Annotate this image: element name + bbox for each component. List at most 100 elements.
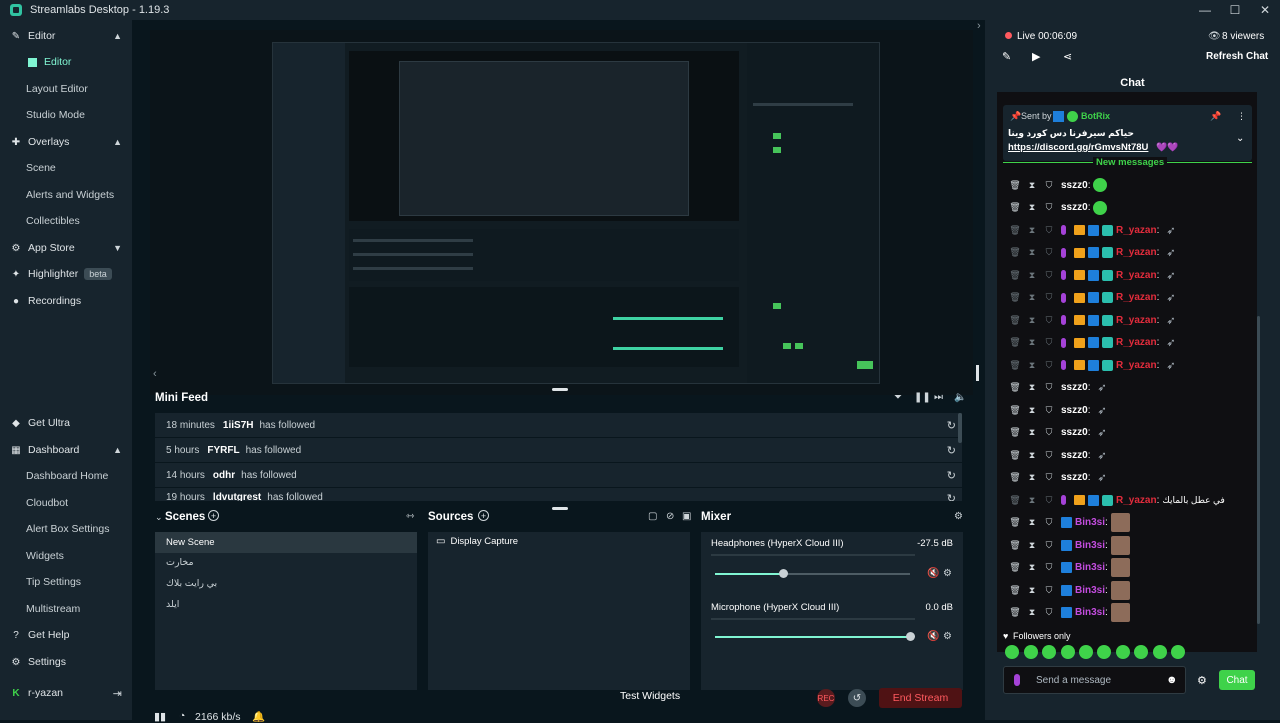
ban-icon[interactable]: ⛉	[1044, 540, 1054, 550]
ban-icon[interactable]: ⛉	[1044, 562, 1054, 573]
minimize-icon[interactable]: —	[1190, 0, 1220, 20]
ban-icon[interactable]: ⛉	[1044, 180, 1054, 190]
chat-username[interactable]: Bin3si	[1075, 607, 1105, 618]
sidebar-item-cloudbot[interactable]: Cloudbot	[0, 490, 132, 516]
replay-icon[interactable]: ↻	[947, 469, 956, 482]
scene-item[interactable]: ايلد	[155, 594, 417, 615]
chevron-down-icon[interactable]: ▼	[113, 243, 122, 253]
record-button[interactable]: REC	[817, 689, 835, 707]
edit-icon[interactable]: ✎	[1002, 50, 1011, 63]
emote-icon[interactable]	[1061, 645, 1075, 659]
chevron-up-icon[interactable]: ▲	[113, 137, 122, 147]
emoji-icon[interactable]: ☻	[1166, 674, 1178, 686]
chat-username[interactable]: sszz0	[1061, 472, 1088, 483]
ban-icon[interactable]: ⛉	[1044, 495, 1054, 505]
trash-icon[interactable]: 🗑	[1009, 607, 1020, 618]
trash-icon[interactable]: 🗑	[1009, 180, 1020, 190]
scene-transition-icon[interactable]: ⇿	[406, 511, 414, 522]
mute-icon[interactable]: 🔇	[927, 568, 939, 579]
timeout-icon[interactable]: ⧗	[1027, 247, 1037, 258]
emote-icon[interactable]	[1134, 645, 1148, 659]
sidebar-item-layout-editor[interactable]: Layout Editor	[0, 76, 132, 102]
ban-icon[interactable]: ⛉	[1044, 405, 1054, 415]
trash-icon[interactable]: 🗑	[1009, 585, 1020, 595]
chat-username[interactable]: R_yazan	[1116, 360, 1157, 371]
ban-icon[interactable]: ⛉	[1044, 472, 1054, 483]
chat-username[interactable]: R_yazan	[1116, 337, 1157, 348]
ban-icon[interactable]: ⛉	[1044, 270, 1054, 280]
sidebar-item-app-store[interactable]: ⚙ App Store ▼	[0, 235, 132, 261]
chat-username[interactable]: R_yazan	[1116, 270, 1157, 281]
ban-icon[interactable]: ⛉	[1044, 225, 1054, 235]
more-icon[interactable]: ⋮	[1237, 111, 1246, 122]
source-settings-icon[interactable]: ▣	[682, 511, 691, 522]
sidebar-user[interactable]: Kr-yazan ⇥	[0, 680, 132, 706]
timeout-icon[interactable]: ⧗	[1027, 315, 1037, 325]
trash-icon[interactable]: 🗑	[1009, 337, 1020, 348]
emote-icon[interactable]	[1171, 645, 1185, 659]
filter-icon[interactable]: ⏷	[894, 392, 902, 403]
camera-icon[interactable]: ▶	[1032, 50, 1040, 63]
emote-icon[interactable]	[1005, 645, 1019, 659]
timeout-icon[interactable]: ⧗	[1027, 202, 1037, 213]
sidebar-item-scene[interactable]: Scene	[0, 155, 132, 181]
chat-send-button[interactable]: Chat	[1219, 670, 1255, 690]
sidebar-item-settings[interactable]: ⚙ Settings	[0, 649, 132, 675]
sidebar-item-collectibles[interactable]: Collectibles	[0, 208, 132, 234]
trash-icon[interactable]: 🗑	[1009, 360, 1020, 370]
chat-username[interactable]: R_yazan	[1116, 225, 1157, 236]
timeout-icon[interactable]: ⧗	[1027, 360, 1037, 370]
ban-icon[interactable]: ⛉	[1044, 607, 1054, 618]
chat-username[interactable]: R_yazan	[1116, 247, 1157, 258]
timeout-icon[interactable]: ⧗	[1027, 180, 1037, 190]
sidebar-item-alert-box[interactable]: Alert Box Settings	[0, 516, 132, 542]
hide-icon[interactable]: ⊘	[666, 511, 674, 522]
trash-icon[interactable]: 🗑	[1009, 450, 1020, 460]
gear-icon[interactable]: ⚙	[954, 511, 963, 522]
chat-username[interactable]: sszz0	[1061, 202, 1088, 213]
trash-icon[interactable]: 🗑	[1009, 562, 1020, 573]
ban-icon[interactable]: ⛉	[1044, 337, 1054, 348]
emote-icon[interactable]	[1042, 645, 1056, 659]
resize-handle[interactable]	[552, 507, 568, 510]
timeout-icon[interactable]: ⧗	[1027, 562, 1037, 573]
ban-icon[interactable]: ⛉	[1044, 585, 1054, 595]
emote-icon[interactable]	[1153, 645, 1167, 659]
chevron-down-icon[interactable]: ⌄	[1236, 133, 1244, 144]
volume-icon[interactable]: 🔈	[954, 392, 966, 403]
resize-handle-vertical[interactable]	[976, 365, 979, 381]
volume-slider-knob[interactable]	[778, 569, 788, 578]
replay-buffer-icon[interactable]: ↺	[848, 689, 866, 707]
maximize-icon[interactable]: ☐	[1220, 0, 1250, 20]
trash-icon[interactable]: 🗑	[1009, 225, 1020, 235]
chat-username[interactable]: sszz0	[1061, 382, 1088, 393]
replay-icon[interactable]: ↻	[947, 492, 956, 501]
trash-icon[interactable]: 🗑	[1009, 517, 1020, 528]
refresh-chat-button[interactable]: Refresh Chat	[1206, 51, 1268, 62]
chat-username[interactable]: Bin3si	[1075, 517, 1105, 528]
resize-handle[interactable]	[552, 388, 568, 391]
add-source-icon[interactable]: +	[478, 510, 489, 521]
add-scene-icon[interactable]: +	[208, 510, 219, 521]
sidebar-item-overlays[interactable]: ✚ Overlays ▲	[0, 129, 132, 155]
trash-icon[interactable]: 🗑	[1009, 382, 1020, 393]
ban-icon[interactable]: ⛉	[1044, 382, 1054, 393]
close-icon[interactable]: ✕	[1250, 0, 1280, 20]
chat-username[interactable]: R_yazan	[1116, 315, 1157, 326]
scene-item[interactable]: بي رايت بلاك	[155, 573, 417, 594]
trash-icon[interactable]: 🗑	[1009, 292, 1020, 303]
trash-icon[interactable]: 🗑	[1009, 270, 1020, 280]
replay-icon[interactable]: ↻	[947, 419, 956, 432]
sidebar-item-get-ultra[interactable]: ◆ Get Ultra	[0, 410, 132, 436]
trash-icon[interactable]: 🗑	[1009, 202, 1020, 213]
trash-icon[interactable]: 🗑	[1009, 427, 1020, 438]
unpin-icon[interactable]: 📌	[1210, 111, 1221, 122]
timeout-icon[interactable]: ⧗	[1027, 427, 1037, 438]
chat-input[interactable]: Send a message ☻	[1003, 666, 1186, 694]
ban-icon[interactable]: ⛉	[1044, 427, 1054, 438]
chat-username[interactable]: R_yazan	[1116, 495, 1157, 506]
volume-slider-knob[interactable]	[905, 632, 915, 641]
ban-icon[interactable]: ⛉	[1044, 517, 1054, 528]
emote-icon[interactable]	[1024, 645, 1038, 659]
emote-icon[interactable]	[1079, 645, 1093, 659]
